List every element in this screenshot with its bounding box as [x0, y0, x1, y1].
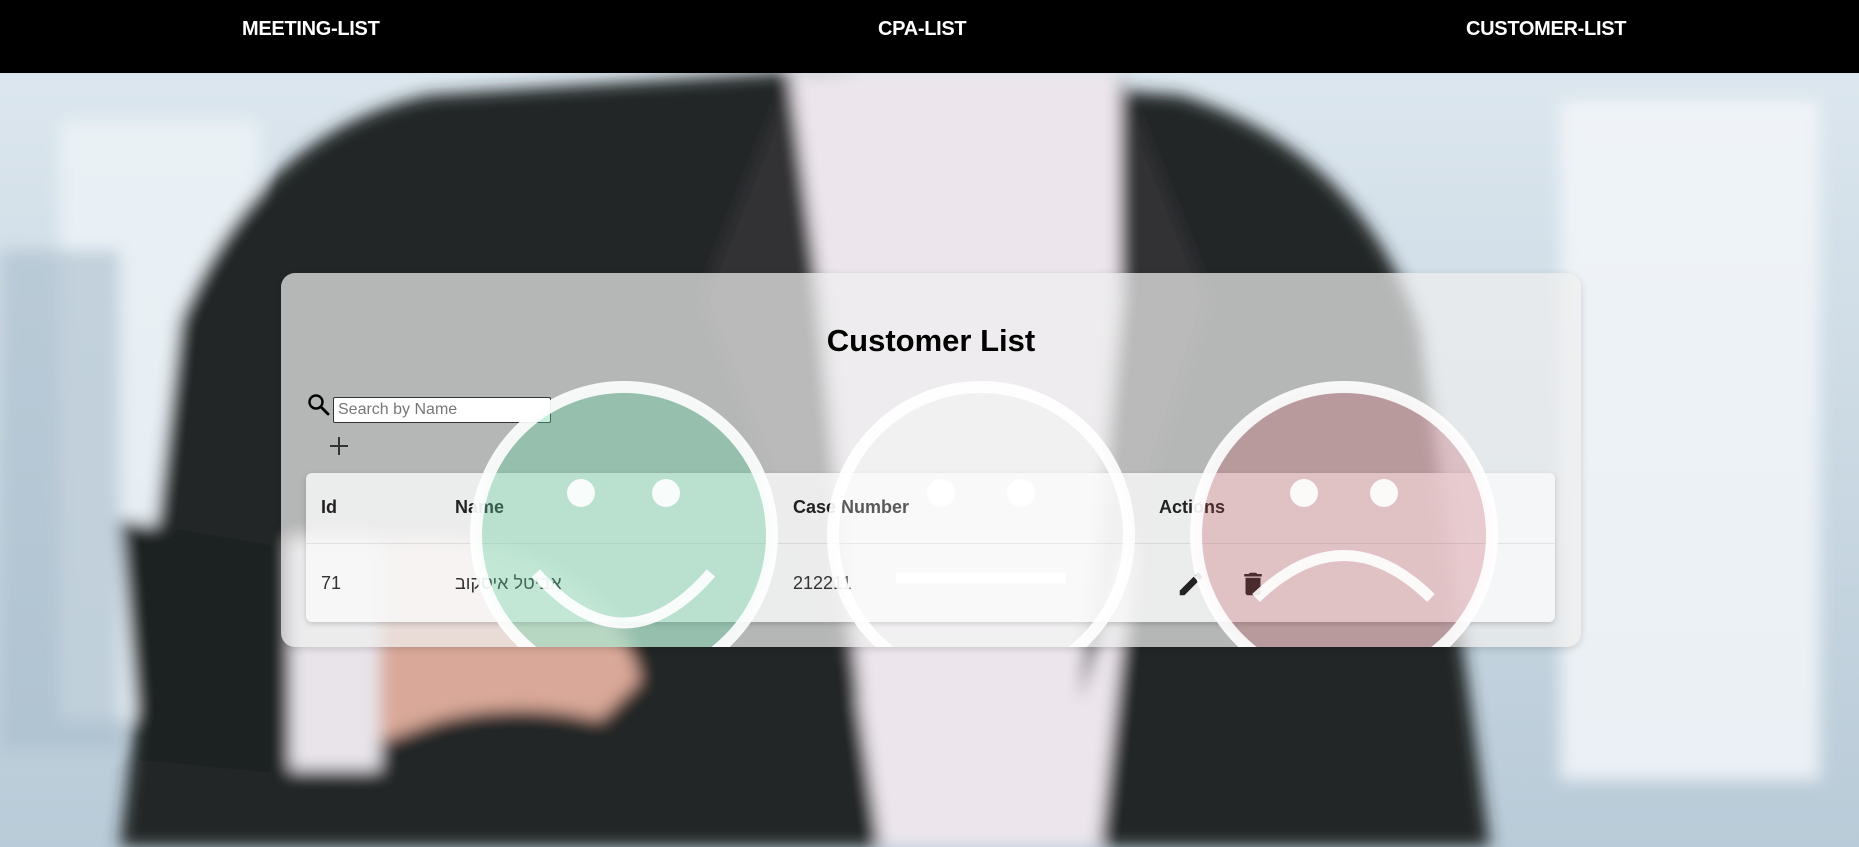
trash-icon [1244, 572, 1262, 596]
column-header-case-number: Case Number [793, 497, 910, 517]
cell-id: 71 [321, 573, 342, 593]
header-divider [306, 543, 1555, 544]
plus-icon [330, 437, 348, 455]
customer-list-card: Customer List Id Name Case Number Action… [281, 273, 1581, 647]
nav-meeting-list[interactable]: MEETING-LIST [242, 18, 380, 41]
search-bar [307, 387, 551, 423]
cell-name: אביטל איסקוב [455, 573, 562, 593]
column-header-name: Name [455, 497, 505, 517]
cell-case-number: 212211 [793, 573, 852, 593]
page-title: Customer List [826, 323, 1036, 358]
search-icon [308, 394, 330, 416]
nav-customer-list[interactable]: CUSTOMER-LIST [1466, 18, 1626, 41]
nav-cpa-list[interactable]: CPA-LIST [878, 18, 967, 41]
column-header-actions: Actions [1159, 497, 1226, 517]
column-header-id: Id [321, 497, 337, 517]
delete-button[interactable] [1238, 569, 1268, 599]
add-customer-button[interactable] [326, 433, 352, 459]
edit-button[interactable] [1176, 569, 1206, 599]
customer-table: Id Name Case Number Actions 71 אביטל איס… [306, 473, 1555, 622]
search-input[interactable] [333, 397, 551, 423]
pencil-icon [1179, 572, 1203, 596]
top-navbar: MEETING-LIST CPA-LIST CUSTOMER-LIST [0, 0, 1859, 73]
